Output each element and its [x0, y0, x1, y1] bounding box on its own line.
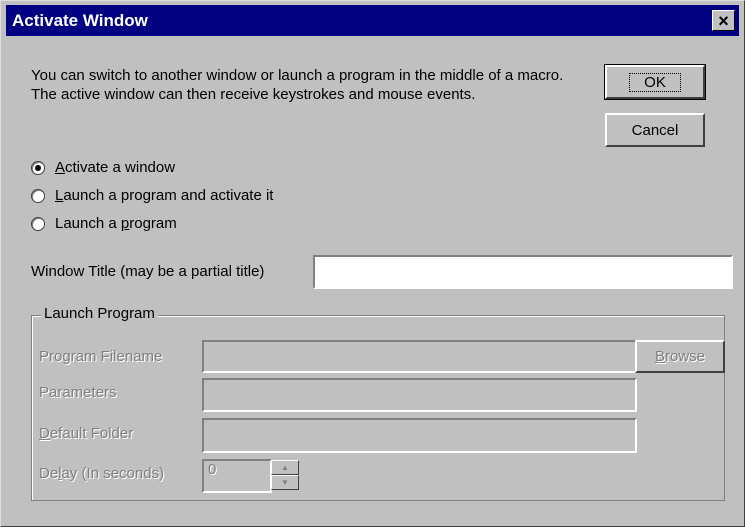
delay-input[interactable]: 0 [202, 459, 272, 493]
radio-unchecked-icon [31, 188, 45, 203]
spin-up-icon[interactable]: ▲ [271, 460, 299, 475]
browse-button[interactable]: Browse [635, 340, 725, 373]
radio-activate-window-label: Activate a window [55, 159, 176, 176]
radio-activate-window[interactable]: Activate a window [31, 159, 175, 176]
cancel-button[interactable]: Cancel [605, 113, 705, 147]
default-folder-label: Default Folder [39, 425, 134, 442]
close-icon: × [718, 10, 729, 31]
radio-unchecked-icon [31, 216, 45, 231]
close-button[interactable]: × [712, 10, 735, 31]
default-folder-input[interactable] [202, 418, 637, 453]
ok-button-label: OK [629, 72, 681, 92]
radio-launch-and-activate-label: Launch a program and activate it [55, 187, 274, 204]
ok-button[interactable]: OK [604, 64, 706, 100]
launch-program-group-label: Launch Program [41, 305, 158, 322]
window-title-input[interactable] [313, 255, 733, 289]
program-filename-input[interactable] [202, 340, 637, 373]
parameters-input[interactable] [202, 378, 637, 412]
parameters-label: Parameters [39, 384, 117, 401]
title-bar: Activate Window × [6, 5, 739, 36]
radio-launch-and-activate[interactable]: Launch a program and activate it [31, 187, 273, 204]
description-text: You can switch to another window or laun… [31, 67, 564, 103]
window-title: Activate Window [12, 11, 148, 30]
spin-down-icon[interactable]: ▼ [271, 475, 299, 490]
radio-launch-program-label: Launch a program [55, 215, 177, 232]
radio-checked-icon [31, 160, 45, 175]
delay-spinner[interactable]: ▲ ▼ [271, 460, 301, 492]
delay-label: Delay (In seconds) [39, 465, 165, 482]
browse-button-label: Browse [654, 348, 706, 365]
program-filename-label: Program Filename [39, 348, 163, 365]
cancel-button-label: Cancel [631, 121, 679, 139]
activate-window-dialog: Activate Window × You can switch to anot… [0, 0, 745, 527]
window-title-label: Window Title (may be a partial title) [31, 263, 265, 280]
radio-launch-program[interactable]: Launch a program [31, 215, 177, 232]
